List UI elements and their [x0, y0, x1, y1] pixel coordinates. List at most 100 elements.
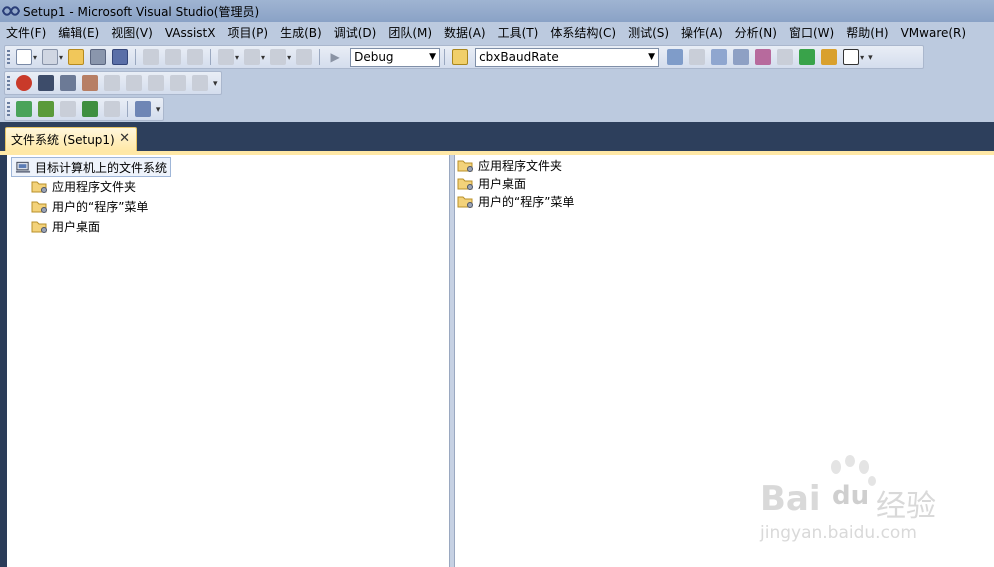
- undo-icon[interactable]: [218, 49, 235, 65]
- paste-icon[interactable]: [187, 49, 204, 65]
- command-window-dropdown-icon[interactable]: ▾: [860, 53, 864, 62]
- list-item-application-folder[interactable]: 应用程序文件夹: [457, 156, 562, 174]
- extension-manager-icon[interactable]: [777, 49, 794, 65]
- computer-icon: [15, 161, 31, 173]
- open-file-icon[interactable]: [68, 49, 85, 65]
- menu-analyze[interactable]: 分析(N): [729, 23, 783, 43]
- redo-dropdown-icon[interactable]: ▾: [261, 53, 265, 62]
- solution-configuration-select[interactable]: Debug ▼: [350, 47, 441, 67]
- file-system-tree-pane: 目标计算机上的文件系统 应用程序文件夹 用户的“程序”菜单 用户桌面: [7, 155, 450, 567]
- toolbar-overflow-icon[interactable]: ▾: [213, 76, 221, 90]
- add-item-dropdown-icon[interactable]: ▾: [59, 53, 63, 62]
- toolbar-grip-icon[interactable]: [7, 50, 10, 64]
- go-forward-icon[interactable]: [126, 75, 142, 91]
- vassistx-options-icon[interactable]: [16, 75, 32, 91]
- menu-view[interactable]: 视图(V): [105, 23, 159, 43]
- navigate-backward-icon[interactable]: [270, 49, 287, 65]
- folder-list-pane: 应用程序文件夹 用户桌面 用户的“程序”菜单: [454, 155, 994, 567]
- special-folder-icon: [31, 221, 47, 233]
- rebuild-icon[interactable]: [38, 101, 54, 117]
- toolbar-overflow-icon[interactable]: ▾: [156, 102, 163, 116]
- list-methods-icon[interactable]: [148, 75, 164, 91]
- special-folder-icon: [31, 181, 47, 193]
- new-project-dropdown-icon[interactable]: ▾: [33, 53, 37, 62]
- window-title: Setup1 - Microsoft Visual Studio(管理员): [23, 4, 260, 19]
- redo-icon[interactable]: [244, 49, 261, 65]
- install-icon[interactable]: [60, 101, 76, 117]
- tree-item-label: 用户桌面: [52, 219, 101, 234]
- list-item-label: 用户的“程序”菜单: [478, 194, 575, 209]
- navigate-forward-icon[interactable]: [296, 49, 313, 65]
- standard-toolbar: ▾ ▾ ▾ ▾ ▾ ▶ Debug ▼ cbxBaudRate ▼ ▾ ▾: [4, 45, 924, 69]
- list-item-user-programs-menu[interactable]: 用户的“程序”菜单: [457, 192, 574, 210]
- toolbar-grip-icon[interactable]: [7, 76, 10, 90]
- toolbar-separator: [319, 49, 321, 65]
- menu-test[interactable]: 测试(S): [622, 23, 675, 43]
- start-debugging-icon[interactable]: ▶: [327, 49, 343, 65]
- cut-icon[interactable]: [143, 49, 160, 65]
- menu-vassistx[interactable]: VAssistX: [159, 23, 222, 43]
- menu-help[interactable]: 帮助(H): [840, 23, 894, 43]
- toolbar-overflow-icon[interactable]: ▾: [868, 50, 876, 64]
- menu-architecture[interactable]: 体系结构(C): [544, 23, 622, 43]
- team-explorer-icon[interactable]: [755, 49, 772, 65]
- toolbar-separator: [444, 49, 446, 65]
- tree-item-user-desktop[interactable]: 用户桌面: [31, 217, 100, 235]
- menu-project[interactable]: 项目(P): [221, 23, 274, 43]
- refactor-icon[interactable]: [192, 75, 208, 91]
- tree-item-label: 用户的“程序”菜单: [52, 199, 149, 214]
- navigate-backward-dropdown-icon[interactable]: ▾: [287, 53, 291, 62]
- undo-dropdown-icon[interactable]: ▾: [235, 53, 239, 62]
- tree-root-item[interactable]: 目标计算机上的文件系统: [11, 157, 172, 177]
- toolbar-separator: [210, 49, 212, 65]
- tree-item-user-programs-menu[interactable]: 用户的“程序”菜单: [31, 197, 148, 215]
- close-icon[interactable]: ✕: [119, 131, 130, 146]
- menu-file[interactable]: 文件(F): [0, 23, 52, 43]
- command-window-icon[interactable]: [843, 49, 860, 65]
- menu-vmware[interactable]: VMware(R): [895, 23, 972, 43]
- chevron-down-icon: ▼: [429, 51, 437, 62]
- tab-file-system[interactable]: 文件系统 (Setup1) ✕: [5, 127, 137, 151]
- save-all-icon[interactable]: [112, 49, 129, 65]
- menu-actions[interactable]: 操作(A): [675, 23, 729, 43]
- list-item-user-desktop[interactable]: 用户桌面: [457, 174, 526, 192]
- menu-bar: 文件(F) 编辑(E) 视图(V) VAssistX 项目(P) 生成(B) 调…: [0, 22, 994, 44]
- go-back-icon[interactable]: [104, 75, 120, 91]
- toolbox-icon[interactable]: [733, 49, 750, 65]
- find-in-files-icon[interactable]: [452, 49, 469, 65]
- toolbar-grip-icon[interactable]: [7, 102, 10, 116]
- special-folder-icon: [457, 178, 473, 190]
- find-combo[interactable]: cbxBaudRate ▼: [475, 47, 660, 67]
- new-project-icon[interactable]: [16, 49, 32, 65]
- special-folder-icon: [457, 160, 473, 172]
- find-combo-value: cbxBaudRate: [479, 50, 559, 64]
- menu-debug[interactable]: 调试(D): [328, 23, 383, 43]
- copy-icon[interactable]: [165, 49, 182, 65]
- properties-icon[interactable]: [689, 49, 706, 65]
- save-icon[interactable]: [90, 49, 107, 65]
- object-browser-icon[interactable]: [711, 49, 728, 65]
- menu-team[interactable]: 团队(M): [382, 23, 438, 43]
- menu-edit[interactable]: 编辑(E): [52, 23, 105, 43]
- start-page-icon[interactable]: [799, 49, 816, 65]
- special-folder-icon: [457, 196, 473, 208]
- uninstall-icon[interactable]: [104, 101, 120, 117]
- open-file-in-solution-icon[interactable]: [38, 75, 54, 91]
- menu-window[interactable]: 窗口(W): [783, 23, 840, 43]
- find-references-icon[interactable]: [82, 75, 98, 91]
- run-icon[interactable]: [82, 101, 98, 117]
- class-view-icon[interactable]: [821, 49, 838, 65]
- menu-build[interactable]: 生成(B): [274, 23, 328, 43]
- solution-configuration-value: Debug: [354, 50, 394, 64]
- toolbar-area: ▾ ▾ ▾ ▾ ▾ ▶ Debug ▼ cbxBaudRate ▼ ▾ ▾ ▾ …: [0, 44, 994, 122]
- tree-item-application-folder[interactable]: 应用程序文件夹: [31, 177, 136, 195]
- toolbar-separator: [127, 101, 128, 117]
- menu-tools[interactable]: 工具(T): [492, 23, 545, 43]
- add-item-icon[interactable]: [42, 49, 59, 65]
- spell-check-icon[interactable]: [170, 75, 186, 91]
- find-symbol-icon[interactable]: [60, 75, 76, 91]
- solution-explorer-icon[interactable]: [667, 49, 684, 65]
- menu-data[interactable]: 数据(A): [438, 23, 492, 43]
- launch-conditions-icon[interactable]: [134, 101, 151, 117]
- build-icon[interactable]: [16, 101, 32, 117]
